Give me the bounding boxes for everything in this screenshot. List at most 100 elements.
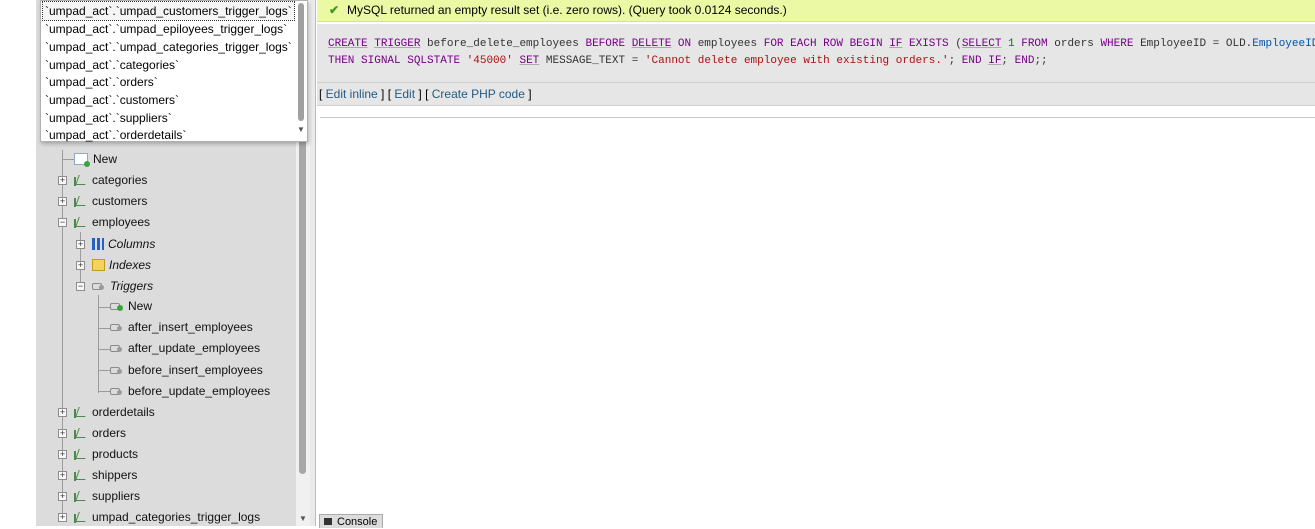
table-icon bbox=[74, 174, 87, 186]
dropdown-option[interactable]: `umpad_act`.`categories` bbox=[45, 56, 179, 74]
sql-keyword-link[interactable]: CREATE bbox=[328, 38, 368, 50]
tree-line bbox=[98, 295, 99, 393]
query-actions: [ Edit inline ] [ Edit ] [ Create PHP co… bbox=[317, 82, 1315, 106]
expand-icon[interactable]: + bbox=[76, 240, 85, 249]
sql-token: MESSAGE_TEXT = bbox=[539, 55, 645, 67]
collapse-icon[interactable]: − bbox=[76, 282, 85, 291]
trigger-icon bbox=[110, 364, 123, 375]
dropdown-option[interactable]: `umpad_act`.`suppliers` bbox=[45, 109, 172, 127]
tree-item-columns[interactable]: Columns bbox=[92, 234, 155, 255]
scrollbar-thumb[interactable] bbox=[298, 3, 304, 121]
expand-icon[interactable]: + bbox=[58, 176, 67, 185]
tree-item-employees[interactable]: employees bbox=[74, 212, 150, 233]
tree-item-trigger[interactable]: before_update_employees bbox=[110, 381, 270, 402]
left-margin bbox=[0, 0, 36, 526]
trigger-icon bbox=[110, 385, 123, 396]
tree-item-triggers[interactable]: Triggers bbox=[92, 276, 153, 297]
tree-item-categories[interactable]: categories bbox=[74, 170, 147, 191]
tree-line bbox=[98, 328, 110, 329]
sql-keyword-link[interactable]: DELETE bbox=[632, 38, 672, 50]
dropdown-option[interactable]: `umpad_act`.`customers` bbox=[45, 91, 179, 109]
tree-line bbox=[98, 370, 110, 371]
dropdown-option[interactable]: `umpad_act`.`umpad_epiloyees_trigger_log… bbox=[45, 20, 287, 38]
tree-item-trigger[interactable]: after_update_employees bbox=[110, 338, 260, 359]
tree-line bbox=[62, 159, 74, 160]
tree-item-new-trigger[interactable]: New bbox=[110, 296, 152, 317]
tree-item-indexes[interactable]: Indexes bbox=[92, 255, 151, 276]
create-php-code-link[interactable]: Create PHP code bbox=[432, 87, 525, 101]
table-icon bbox=[74, 469, 87, 481]
expand-icon[interactable]: + bbox=[58, 408, 67, 417]
sql-token: THEN bbox=[328, 55, 355, 67]
expand-icon[interactable]: + bbox=[58, 429, 67, 438]
sql-token: EmployeeID = OLD. bbox=[1133, 38, 1253, 50]
tree-item-trigger[interactable]: before_insert_employees bbox=[110, 360, 263, 381]
table-icon bbox=[74, 448, 87, 460]
tree-line bbox=[98, 349, 110, 350]
success-message: ✔ MySQL returned an empty result set (i.e… bbox=[317, 0, 1315, 22]
edit-inline-link[interactable]: Edit inline bbox=[326, 87, 378, 101]
new-trigger-icon bbox=[110, 300, 123, 311]
sql-line: CREATE TRIGGER before_delete_employees B… bbox=[328, 36, 1315, 53]
scroll-down-icon[interactable]: ▼ bbox=[299, 514, 307, 523]
tree-item-orders[interactable]: orders bbox=[74, 423, 126, 444]
recent-tables-dropdown[interactable]: `umpad_act`.`umpad_customers_trigger_log… bbox=[40, 0, 308, 142]
expand-icon[interactable]: + bbox=[58, 471, 67, 480]
sql-token: '45000' bbox=[466, 55, 513, 67]
dropdown-option[interactable]: `umpad_act`.`orderdetails` bbox=[45, 126, 186, 144]
sql-keyword-link[interactable]: TRIGGER bbox=[374, 38, 420, 50]
tree-line bbox=[98, 391, 110, 392]
expand-icon[interactable]: + bbox=[58, 450, 67, 459]
collapse-icon[interactable]: − bbox=[58, 218, 67, 227]
tree-item-shippers[interactable]: shippers bbox=[74, 465, 137, 486]
expand-icon[interactable]: + bbox=[58, 492, 67, 501]
sql-keyword-link[interactable]: IF bbox=[889, 38, 902, 50]
tree-item-products[interactable]: products bbox=[74, 444, 138, 465]
expand-icon[interactable]: + bbox=[58, 197, 67, 206]
panel-splitter[interactable] bbox=[310, 0, 316, 526]
console-icon bbox=[324, 518, 332, 525]
sql-token: FROM bbox=[1021, 38, 1048, 50]
tree-item-new-table[interactable]: New bbox=[74, 149, 117, 170]
sql-token: 1 bbox=[1001, 38, 1022, 50]
sql-token: ON bbox=[677, 38, 692, 50]
table-icon bbox=[74, 427, 87, 439]
sql-token: SIGNAL bbox=[361, 55, 401, 67]
dropdown-option[interactable]: `umpad_act`.`orders` bbox=[45, 73, 158, 91]
tree-item-customers[interactable]: customers bbox=[74, 191, 147, 212]
sql-keyword-link[interactable]: IF bbox=[988, 55, 1001, 67]
sql-token: END bbox=[1014, 55, 1035, 67]
checkmark-icon: ✔ bbox=[329, 3, 340, 17]
sql-token: FOR EACH ROW bbox=[763, 38, 843, 50]
sql-token: ;; bbox=[1034, 55, 1048, 67]
sql-token: employees bbox=[691, 38, 764, 50]
scroll-down-icon[interactable]: ▼ bbox=[297, 125, 305, 134]
sql-token: before_delete_employees bbox=[420, 38, 586, 50]
tree-item-orderdetails[interactable]: orderdetails bbox=[74, 402, 155, 423]
dropdown-option[interactable]: `umpad_act`.`umpad_categories_trigger_lo… bbox=[45, 38, 292, 56]
expand-icon[interactable]: + bbox=[58, 513, 67, 522]
sql-line: THEN SIGNAL SQLSTATE '45000' SET MESSAGE… bbox=[328, 53, 1315, 70]
sql-keyword-link[interactable]: SET bbox=[519, 55, 539, 67]
expand-icon[interactable]: + bbox=[76, 261, 85, 270]
tree-item-suppliers[interactable]: suppliers bbox=[74, 486, 140, 507]
sql-query-box: CREATE TRIGGER before_delete_employees B… bbox=[317, 24, 1315, 82]
sql-token: orders bbox=[1047, 38, 1101, 50]
trigger-icon bbox=[110, 342, 123, 353]
sql-keyword-link[interactable]: SELECT bbox=[962, 38, 1002, 50]
tree-line bbox=[98, 307, 110, 308]
sql-token: ; bbox=[948, 55, 956, 67]
columns-icon bbox=[92, 238, 104, 250]
dropdown-scrollbar[interactable]: ▼ bbox=[295, 1, 307, 141]
edit-link[interactable]: Edit bbox=[394, 87, 415, 101]
table-icon bbox=[74, 406, 87, 418]
tree-item-umpad-categories-trigger-logs[interactable]: umpad_categories_trigger_logs bbox=[74, 507, 260, 526]
triggers-icon bbox=[92, 280, 105, 291]
main-content: ✔ MySQL returned an empty result set (i.e… bbox=[317, 0, 1315, 528]
tree-item-trigger[interactable]: after_insert_employees bbox=[110, 317, 253, 338]
new-table-icon bbox=[74, 153, 90, 167]
dropdown-option[interactable]: `umpad_act`.`umpad_customers_trigger_log… bbox=[42, 1, 295, 21]
table-icon bbox=[74, 490, 87, 502]
indexes-icon bbox=[92, 259, 105, 271]
sql-token: SQLSTATE bbox=[407, 55, 461, 67]
